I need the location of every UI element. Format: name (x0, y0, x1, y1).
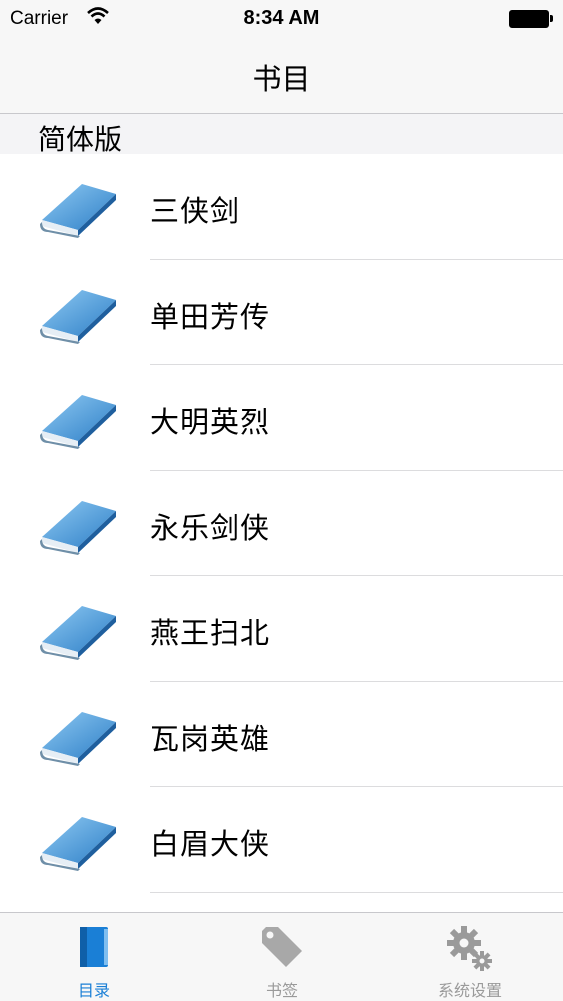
book-list: 三侠剑 单田芳传 大明英烈 永乐剑侠 燕王扫北 瓦岗英雄 白眉大侠 (0, 154, 563, 893)
status-bar: Carrier 8:34 AM (0, 0, 563, 40)
book-title: 白眉大侠 (150, 827, 271, 861)
list-item[interactable]: 大明英烈 (0, 365, 563, 471)
book-title: 永乐剑侠 (150, 510, 271, 545)
book-title: 燕王扫北 (150, 616, 271, 650)
tab-catalog[interactable]: 目录 (0, 913, 188, 1001)
book-icon (40, 395, 116, 449)
tab-settings[interactable]: 系统设置 (376, 913, 563, 1001)
book-icon (40, 606, 116, 660)
list-item[interactable]: 白眉大侠 (0, 787, 563, 893)
section-header: 简体版 (0, 114, 563, 156)
list-item[interactable]: 单田芳传 (0, 259, 563, 365)
book-title: 瓦岗英雄 (150, 721, 271, 756)
tab-label: 书签 (265, 981, 298, 1000)
list-item[interactable]: 三侠剑 (0, 154, 563, 260)
book-icon (80, 927, 108, 967)
list-item[interactable]: 燕王扫北 (0, 576, 563, 682)
navigation-bar: 书目 (0, 40, 563, 114)
book-title: 大明英烈 (150, 405, 271, 439)
tab-label: 目录 (77, 981, 110, 1000)
tab-bookmarks[interactable]: 书签 (188, 913, 376, 1001)
book-icon (40, 184, 116, 238)
book-icon (40, 711, 116, 766)
book-icon (40, 817, 116, 871)
book-icon (40, 500, 116, 555)
list-item[interactable]: 瓦岗英雄 (0, 681, 563, 787)
book-title: 单田芳传 (150, 299, 271, 334)
clock: 8:34 AM (243, 7, 320, 29)
book-title: 三侠剑 (150, 194, 241, 228)
tab-label: 系统设置 (437, 981, 502, 1000)
gear-icon (447, 926, 492, 971)
page-title: 书目 (252, 62, 311, 96)
tag-icon (262, 927, 302, 967)
book-icon (40, 289, 116, 344)
section-title: 简体版 (38, 123, 123, 156)
tab-bar: 目录 书签 系统设置 (0, 912, 563, 1001)
battery-icon (509, 10, 553, 28)
list-item[interactable]: 永乐剑侠 (0, 470, 563, 576)
